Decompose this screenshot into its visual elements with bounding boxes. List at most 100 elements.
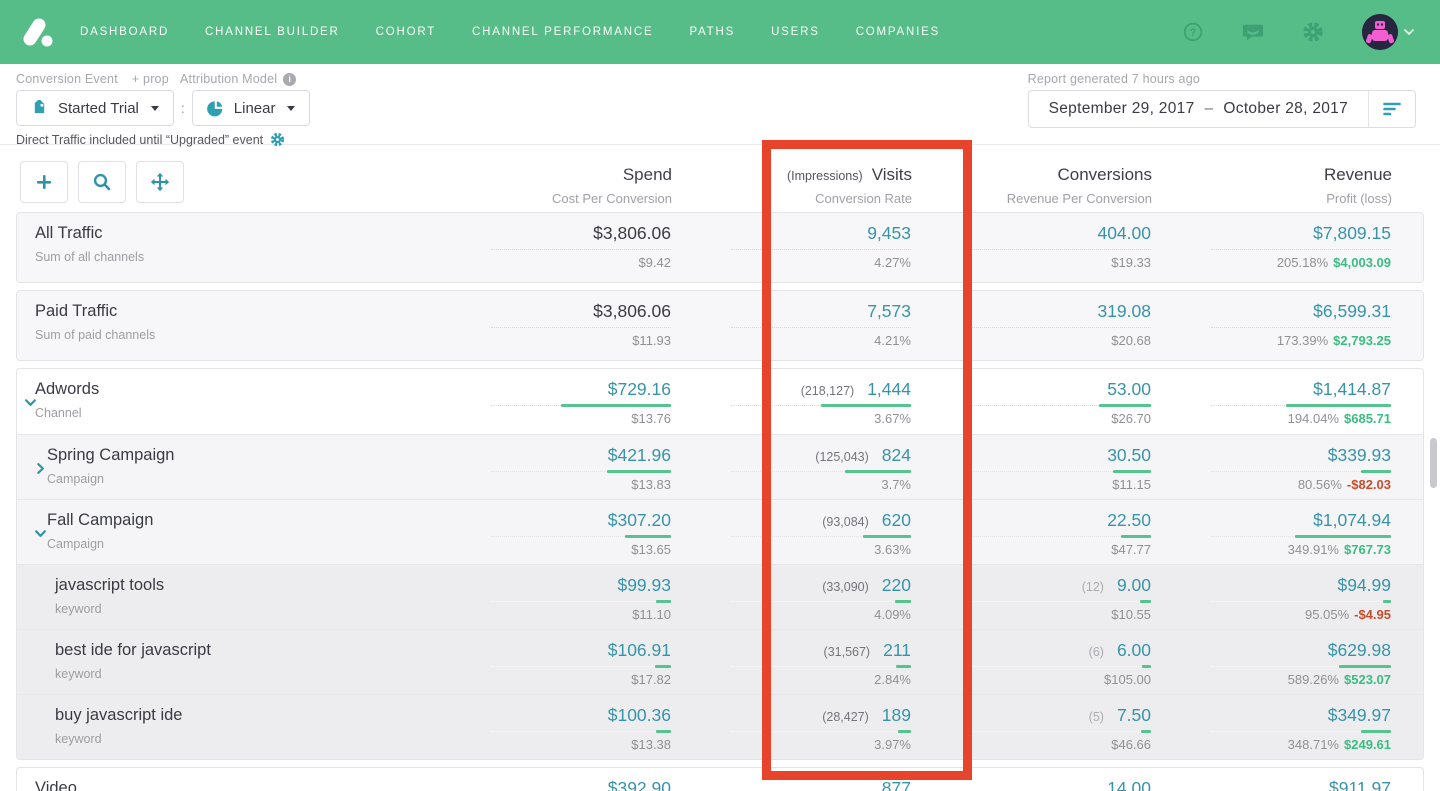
cell-main-value: 9,453 <box>867 223 911 244</box>
value-rule <box>491 471 671 472</box>
chevron-down-icon <box>151 106 159 111</box>
impressions-count: (93,084) <box>822 515 869 529</box>
gear-icon[interactable] <box>1302 21 1324 43</box>
move-icon <box>149 171 171 193</box>
row-name: All Traffic <box>35 224 431 243</box>
cell-main-value: $100.36 <box>608 705 671 726</box>
impressions-count: (33,090) <box>822 580 869 594</box>
report-table: SpendCost Per Conversion(Impressions)Vis… <box>0 145 1440 791</box>
table-row-video[interactable]: VideoChannel$392.9087714.00$911.97 <box>17 768 1423 791</box>
nav-item-channel-builder[interactable]: CHANNEL BUILDER <box>205 26 340 38</box>
value-bar <box>1142 665 1151 668</box>
conversion-event-select[interactable]: Started Trial <box>16 90 174 126</box>
attribution-model-select[interactable]: Linear <box>192 90 311 126</box>
cell-main-value: $7,809.15 <box>1313 223 1391 244</box>
value-bar <box>1339 665 1391 668</box>
settings-gear-icon[interactable] <box>270 132 285 147</box>
conversion-count: (5) <box>1089 710 1104 724</box>
table-row-javascript-tools[interactable]: javascript toolskeyword$99.93$11.10(33,0… <box>17 564 1423 629</box>
cell-sub-value: $47.77 <box>1111 542 1151 557</box>
app-logo[interactable] <box>16 11 58 53</box>
cell-sub-value: 3.97% <box>874 737 911 752</box>
chat-icon[interactable] <box>1242 21 1264 43</box>
cell-visits: (31,567)2112.84% <box>671 630 911 694</box>
column-header-main: Conversions <box>1058 165 1153 184</box>
cell-revenue: $339.9380.56%-$82.03 <box>1151 435 1391 499</box>
cell-sub-value: 4.09% <box>874 607 911 622</box>
cell-main-value: 1,444 <box>867 379 911 400</box>
cell-spend: $106.91$17.82 <box>431 630 671 694</box>
user-menu[interactable] <box>1362 14 1414 50</box>
move-button[interactable] <box>136 161 184 203</box>
row-type: keyword <box>55 732 431 746</box>
table-row-adwords[interactable]: AdwordsChannel$729.16$13.76(218,127)1,44… <box>17 369 1423 434</box>
value-bar <box>1113 470 1151 473</box>
value-rule <box>1211 471 1391 472</box>
nav-item-paths[interactable]: PATHS <box>689 26 735 38</box>
table-row-paid-traffic[interactable]: Paid TrafficSum of paid channels$3,806.0… <box>17 291 1423 360</box>
cell-main-value: 319.08 <box>1097 301 1151 322</box>
date-range-picker[interactable]: September 29, 2017 – October 28, 2017 <box>1028 90 1416 128</box>
table-row-all-traffic[interactable]: All TrafficSum of all channels$3,806.06$… <box>17 213 1423 282</box>
cell-revenue: $629.98589.26%$523.07 <box>1151 630 1391 694</box>
column-header-revenue[interactable]: RevenueProfit (loss) <box>1152 161 1392 206</box>
nav-item-users[interactable]: USERS <box>771 26 820 38</box>
value-rule <box>1211 536 1391 537</box>
nav-item-cohort[interactable]: COHORT <box>376 26 436 38</box>
row-name-cell: javascript toolskeyword <box>17 565 431 629</box>
cell-main-value: $349.97 <box>1328 705 1391 726</box>
column-header-main: Visits <box>872 165 912 184</box>
table-row-buy-javascript-ide[interactable]: buy javascript idekeyword$100.36$13.38(2… <box>17 694 1423 759</box>
help-icon[interactable]: ? <box>1182 21 1204 43</box>
info-icon[interactable]: i <box>283 73 296 86</box>
date-start[interactable]: September 29, 2017 <box>1049 100 1195 118</box>
cell-sub-value: $13.65 <box>631 542 671 557</box>
table-row-spring-campaign[interactable]: Spring CampaignCampaign$421.96$13.83(125… <box>17 434 1423 499</box>
cell-sub-value: 3.7% <box>881 477 911 492</box>
avatar[interactable] <box>1362 14 1398 50</box>
vertical-scrollbar[interactable] <box>1430 438 1437 488</box>
cell-main-value: $729.16 <box>608 379 671 400</box>
nav-right-icons: ? <box>1182 14 1414 50</box>
cell-spend: $3,806.06$9.42 <box>431 213 671 282</box>
cell-spend: $421.96$13.83 <box>431 435 671 499</box>
cell-visits: 877 <box>671 768 911 791</box>
nav-item-dashboard[interactable]: DASHBOARD <box>80 26 169 38</box>
add-channel-button[interactable] <box>20 161 68 203</box>
cell-visits: (218,127)1,4443.67% <box>671 369 911 434</box>
value-rule <box>491 249 671 250</box>
cell-sub-value: 3.67% <box>874 411 911 426</box>
value-rule <box>1211 666 1391 667</box>
chevron-down-icon[interactable] <box>34 527 47 545</box>
search-button[interactable] <box>78 161 126 203</box>
value-rule <box>731 249 911 250</box>
cell-sub-value: $17.82 <box>631 672 671 687</box>
cell-visits: (93,084)6203.63% <box>671 500 911 564</box>
cell-main-value: 7,573 <box>867 301 911 322</box>
table-row-best-ide-for-javascript[interactable]: best ide for javascriptkeyword$106.91$17… <box>17 629 1423 694</box>
cell-main-value: 6.00 <box>1117 640 1151 661</box>
cell-main-value: 53.00 <box>1107 379 1151 400</box>
cell-main-value: 9.00 <box>1117 575 1151 596</box>
cell-main-value: $1,074.94 <box>1313 510 1391 531</box>
column-header-main: Spend <box>623 165 672 184</box>
cell-sub-value: 2.84% <box>874 672 911 687</box>
nav-item-channel-performance[interactable]: CHANNEL PERFORMANCE <box>472 26 653 38</box>
filter-lines-icon[interactable] <box>1369 102 1415 116</box>
chevron-down-icon[interactable] <box>24 396 37 414</box>
cell-sub-value: $13.83 <box>631 477 671 492</box>
cell-revenue: $6,599.31173.39%$2,793.25 <box>1151 291 1391 360</box>
add-prop-link[interactable]: + prop <box>132 72 169 86</box>
nav-item-companies[interactable]: COMPANIES <box>856 26 940 38</box>
value-rule <box>491 666 671 667</box>
chevron-right-icon[interactable] <box>34 462 47 480</box>
column-header-spend[interactable]: SpendCost Per Conversion <box>432 161 672 206</box>
column-header-conversions[interactable]: ConversionsRevenue Per Conversion <box>912 161 1152 206</box>
table-row-fall-campaign[interactable]: Fall CampaignCampaign$307.20$13.65(93,08… <box>17 499 1423 564</box>
date-end[interactable]: October 28, 2017 <box>1223 100 1348 118</box>
cell-revenue: $1,074.94349.91%$767.73 <box>1151 500 1391 564</box>
conversion-count: (6) <box>1089 645 1104 659</box>
cell-conversions: 14.00 <box>911 768 1151 791</box>
column-header-visits[interactable]: (Impressions)VisitsConversion Rate <box>672 161 912 206</box>
value-rule <box>1211 601 1391 602</box>
